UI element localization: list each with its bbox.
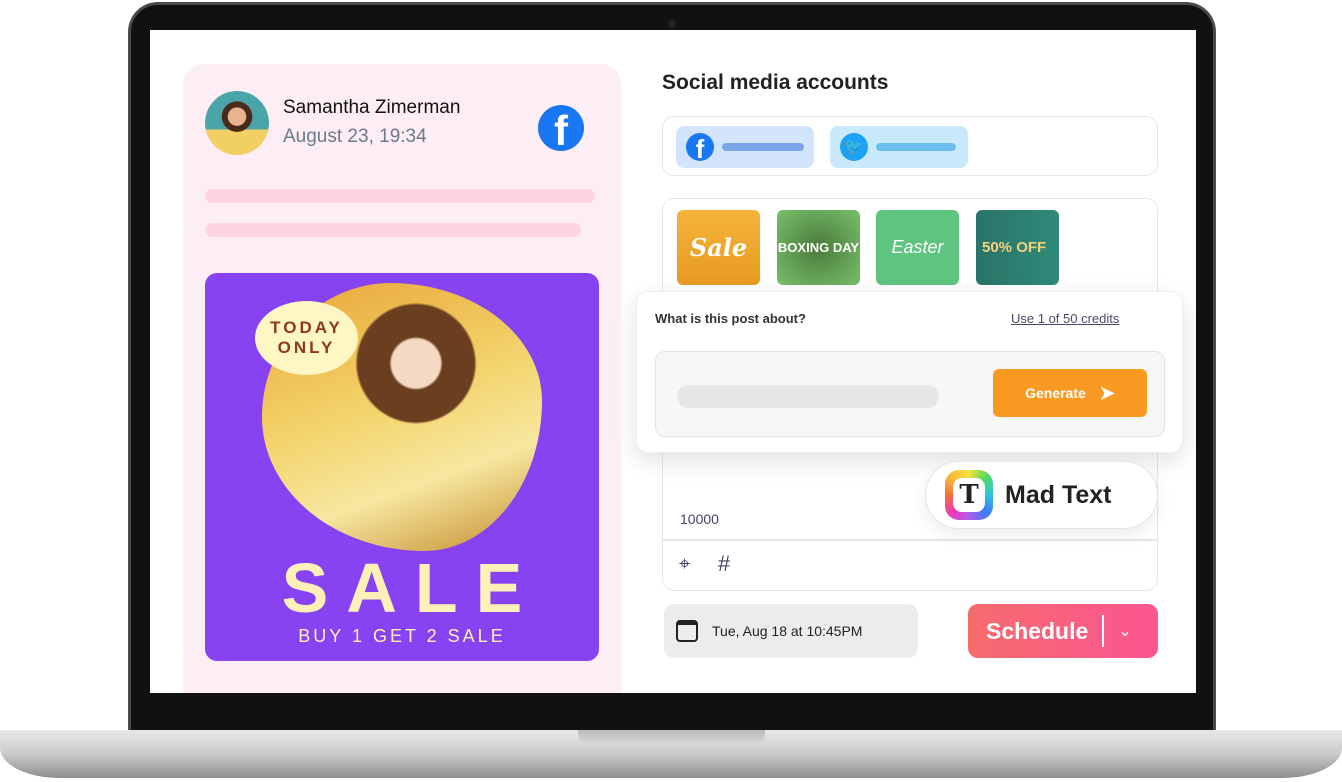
accounts-box: f 🐦 bbox=[662, 116, 1158, 176]
mad-text-badge: T Mad Text bbox=[925, 461, 1158, 529]
chevron-down-icon[interactable]: ⌄ bbox=[1118, 621, 1131, 641]
laptop-notch bbox=[578, 730, 765, 745]
camera bbox=[668, 20, 676, 28]
post-image: TODAY ONLY SALE BUY 1 GET 2 SALE bbox=[205, 273, 599, 661]
prompt-label: What is this post about? bbox=[655, 311, 806, 326]
brand-name: Mad Text bbox=[1005, 480, 1112, 509]
twitter-account-chip[interactable]: 🐦 bbox=[830, 126, 968, 168]
date-value: Tue, Aug 18 at 10:45PM bbox=[712, 623, 863, 639]
calendar-icon bbox=[676, 620, 698, 642]
post-timestamp: August 23, 19:34 bbox=[283, 126, 427, 147]
char-limit: 10000 bbox=[680, 511, 719, 527]
app-screen: Samantha Zimerman August 23, 19:34 f TOD… bbox=[150, 30, 1196, 693]
twitter-icon: 🐦 bbox=[840, 133, 868, 161]
sale-subline: BUY 1 GET 2 SALE bbox=[298, 626, 506, 646]
sale-headline: SALE bbox=[281, 549, 541, 627]
facebook-icon: f bbox=[686, 133, 714, 161]
generate-button[interactable]: Generate ➤ bbox=[993, 369, 1147, 417]
account-name-placeholder bbox=[876, 143, 956, 151]
facebook-account-chip[interactable]: f bbox=[676, 126, 814, 168]
prompt-input-area: Generate ➤ bbox=[655, 351, 1165, 437]
template-thumbnail[interactable]: BOXING DAY bbox=[777, 210, 860, 285]
location-icon[interactable]: ⌖ bbox=[679, 553, 690, 576]
schedule-button[interactable]: Schedule ⌄ bbox=[968, 604, 1158, 658]
text-placeholder-line bbox=[205, 189, 595, 203]
template-thumbnail[interactable]: Easter bbox=[876, 210, 959, 285]
divider bbox=[1102, 615, 1105, 647]
facebook-icon: f bbox=[538, 105, 584, 151]
mad-text-logo: T bbox=[945, 470, 993, 520]
account-name-placeholder bbox=[722, 143, 804, 151]
avatar bbox=[205, 91, 269, 155]
logo-letter: T bbox=[953, 478, 985, 512]
text-placeholder-line bbox=[205, 223, 581, 237]
schedule-label: Schedule bbox=[986, 617, 1089, 644]
generate-label: Generate bbox=[1025, 385, 1086, 401]
send-icon: ➤ bbox=[1099, 382, 1115, 403]
credits-link[interactable]: Use 1 of 50 credits bbox=[1011, 311, 1119, 326]
schedule-date-field[interactable]: Tue, Aug 18 at 10:45PM bbox=[664, 604, 918, 658]
badge-line: ONLY bbox=[277, 338, 336, 357]
template-thumbnail[interactable]: 50% OFF bbox=[976, 210, 1059, 285]
badge-line: TODAY bbox=[270, 318, 343, 337]
hashtag-icon[interactable]: # bbox=[718, 551, 730, 577]
ai-generate-popup: What is this post about? Use 1 of 50 cre… bbox=[636, 291, 1183, 453]
template-thumbnail[interactable]: Sale bbox=[677, 210, 760, 285]
divider bbox=[663, 539, 1157, 541]
author-name: Samantha Zimerman bbox=[283, 97, 461, 118]
section-title: Social media accounts bbox=[662, 71, 889, 94]
today-only-badge: TODAY ONLY bbox=[255, 301, 358, 375]
prompt-input[interactable] bbox=[677, 385, 939, 408]
